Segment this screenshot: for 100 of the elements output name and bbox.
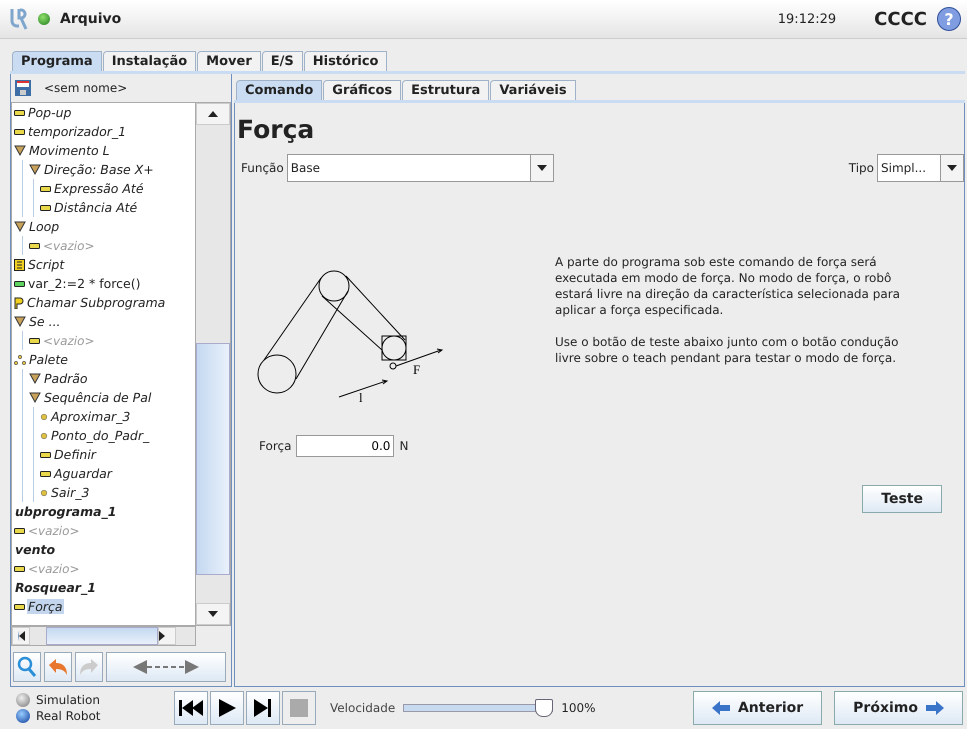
tree-item[interactable]: Distância Até — [53, 200, 138, 215]
script-icon — [14, 258, 25, 270]
point-icon — [40, 412, 48, 420]
file-menu[interactable]: Arquivo — [60, 11, 122, 27]
point-icon — [40, 488, 48, 496]
tree-item[interactable]: ubprograma_1 — [14, 504, 118, 519]
tree-item[interactable]: var_2:=2 * force() — [27, 276, 142, 291]
tree-item[interactable]: Rosquear_1 — [14, 580, 97, 595]
node-bar-icon — [14, 128, 25, 134]
triangle-icon — [14, 221, 26, 232]
sub-tab[interactable]: Estrutura — [402, 80, 490, 100]
horizontal-scrollbar[interactable] — [11, 626, 196, 646]
redo-icon — [78, 657, 100, 677]
step-icon — [253, 699, 273, 717]
sub-tab[interactable]: Variáveis — [490, 80, 576, 100]
tree-item[interactable]: Chamar Subprograma — [26, 295, 166, 310]
type-dropdown[interactable]: Simpl... — [877, 154, 964, 182]
triangle-icon — [29, 373, 41, 384]
tree-item[interactable]: Aguardar — [53, 466, 113, 481]
status-dot-icon — [38, 13, 50, 25]
node-bar-icon — [40, 470, 51, 476]
mode-label: Simulation — [36, 693, 100, 707]
tree-item[interactable]: temporizador_1 — [27, 124, 128, 139]
previous-button[interactable]: Anterior — [692, 691, 822, 725]
move-button[interactable] — [106, 652, 226, 682]
tree-item[interactable]: vento — [14, 542, 56, 557]
description-text: A parte do programa sob este comando de força será executada em modo de força. No modo de força, o robô estará livre na direção da característica selecionada para aplicar a força especificada. — [555, 254, 901, 318]
rewind-button[interactable] — [174, 691, 208, 725]
double-arrow-icon — [133, 659, 199, 675]
node-bar-icon — [40, 452, 51, 458]
radio-button[interactable] — [16, 693, 30, 707]
next-button[interactable]: Próximo — [834, 691, 963, 725]
point-icon — [40, 432, 48, 440]
dropdown-arrow-icon — [536, 165, 547, 171]
main-tab[interactable]: Histórico — [304, 51, 388, 71]
step-button[interactable] — [246, 691, 280, 725]
tree-item[interactable]: Sequência de Pal — [43, 390, 152, 405]
tree-item[interactable]: Palete — [28, 352, 69, 367]
triangle-icon — [14, 316, 26, 327]
tree-item[interactable]: Padrão — [43, 371, 89, 386]
speed-value: 100% — [561, 701, 596, 715]
speed-label: Velocidade — [330, 701, 396, 715]
test-button[interactable]: Teste — [862, 485, 942, 513]
search-button[interactable] — [13, 652, 41, 682]
node-bar-icon — [14, 604, 25, 610]
robot-name: CCCC — [874, 8, 927, 30]
radio-button[interactable] — [16, 709, 30, 723]
rewind-icon — [178, 700, 204, 716]
play-icon — [217, 699, 237, 717]
tree-item[interactable]: Sair_3 — [50, 485, 90, 500]
left-arrow-icon — [712, 701, 730, 715]
force-label: Força — [259, 439, 292, 453]
triangle-icon — [29, 392, 41, 403]
node-bar-icon — [14, 110, 25, 116]
node-bar-icon — [29, 338, 40, 344]
undo-icon — [47, 657, 69, 677]
robot-arm-drawing: F l — [255, 254, 445, 404]
node-bar-icon — [40, 204, 51, 210]
speed-slider[interactable] — [403, 698, 554, 718]
main-tab[interactable]: Programa — [12, 51, 102, 71]
search-icon — [17, 656, 37, 678]
sub-tab[interactable]: Gráficos — [323, 80, 402, 100]
function-label: Função — [241, 161, 284, 175]
node-bar-icon — [29, 242, 40, 248]
up-arrow-icon[interactable] — [208, 111, 218, 117]
play-button[interactable] — [210, 691, 244, 725]
mode-label: Real Robot — [36, 709, 100, 723]
triangle-icon — [29, 164, 41, 175]
tree-item[interactable]: Ponto_do_Padr_ — [50, 428, 150, 443]
vertical-scrollbar[interactable] — [196, 102, 231, 626]
tree-item[interactable]: Loop — [28, 219, 60, 234]
node-bar-icon — [40, 186, 51, 192]
tree-item[interactable]: Movimento L — [28, 143, 111, 158]
node-bar-icon — [14, 566, 25, 572]
description-text: Use o botão de teste abaixo junto com o botão condução livre sobre o teach pendant para testar o modo de força. — [555, 334, 900, 366]
tree-item[interactable]: Script — [27, 257, 66, 272]
tree-item[interactable]: Expressão Até — [53, 181, 145, 196]
function-dropdown[interactable]: Base — [286, 154, 554, 182]
tree-item[interactable]: Pop-up — [27, 105, 72, 120]
tree-item[interactable]: Direção: Base X+ — [43, 162, 155, 177]
save-icon[interactable] — [14, 79, 32, 97]
triangle-icon — [14, 145, 26, 156]
program-name: <sem nome> — [44, 81, 128, 95]
tree-item[interactable]: Força — [27, 599, 64, 614]
force-input[interactable]: 0.0 — [296, 435, 394, 457]
sub-tab[interactable]: Comando — [236, 80, 322, 100]
main-tab[interactable]: Mover — [197, 51, 261, 71]
down-arrow-icon[interactable] — [208, 611, 218, 617]
type-label: Tipo — [848, 161, 874, 175]
tree-item[interactable]: Aproximar_3 — [50, 409, 132, 424]
undo-button[interactable] — [44, 652, 72, 682]
dropdown-arrow-icon — [947, 165, 957, 171]
clock-time: 19:12:29 — [778, 12, 836, 26]
node-bar-icon — [14, 280, 25, 286]
dots-icon — [14, 354, 26, 364]
tree-item[interactable]: Definir — [53, 447, 97, 462]
node-bar-icon — [14, 528, 25, 534]
tree-item[interactable]: Se ... — [28, 314, 62, 329]
main-tab[interactable]: Instalação — [102, 51, 196, 71]
main-tab[interactable]: E/S — [262, 51, 303, 71]
